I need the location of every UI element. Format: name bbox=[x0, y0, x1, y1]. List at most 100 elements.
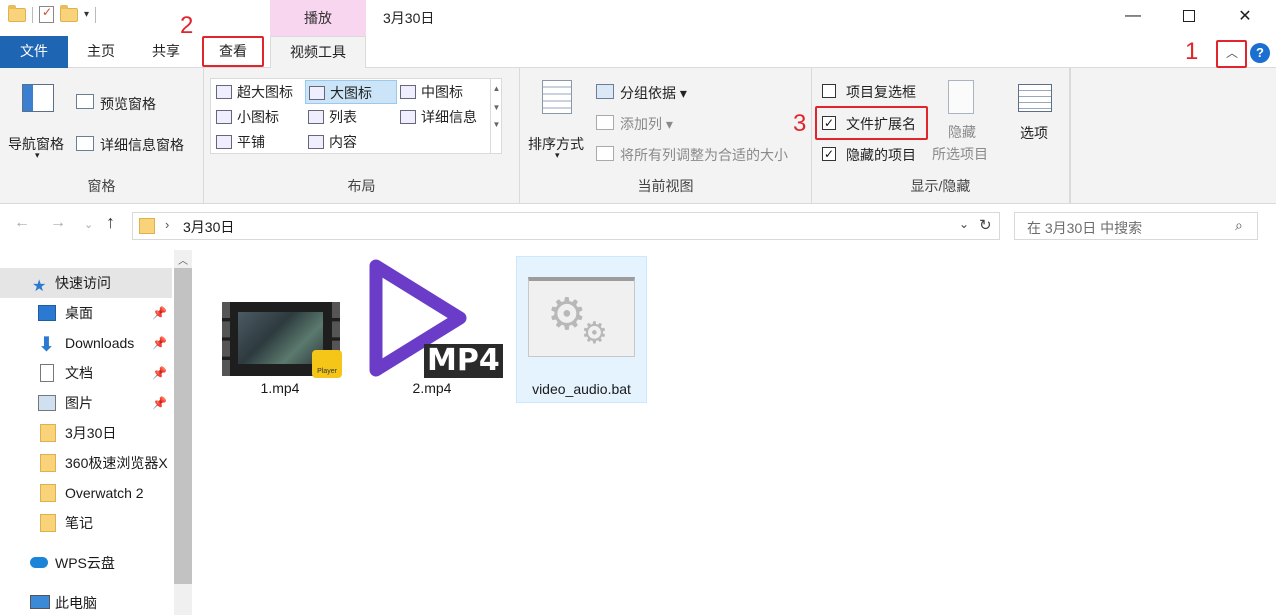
address-bar[interactable]: › 3月30日 ⌄ ↻ bbox=[132, 212, 1000, 240]
layout-large-icons[interactable]: 大图标 bbox=[305, 80, 397, 104]
sort-by-icon bbox=[542, 80, 572, 114]
search-box[interactable]: 在 3月30日 中搜索 ⌕ bbox=[1014, 212, 1258, 240]
tab-share[interactable]: 共享 bbox=[136, 36, 196, 68]
nav-item-desktop[interactable]: 桌面 📌 bbox=[0, 298, 172, 328]
mp4-badge: MP4 bbox=[424, 344, 503, 378]
pin-icon[interactable]: 📌 bbox=[152, 298, 167, 328]
sort-by-button[interactable]: 排序方式 ▾ bbox=[526, 78, 590, 168]
forward-icon[interactable]: → bbox=[50, 214, 66, 232]
back-icon[interactable]: ← bbox=[14, 214, 30, 232]
group-label-current-view: 当前视图 bbox=[637, 178, 694, 194]
nav-item-quick-access[interactable]: ★ 快速访问 bbox=[0, 268, 172, 298]
layout-details[interactable]: 详细信息 bbox=[397, 105, 477, 129]
help-icon[interactable]: ? bbox=[1250, 43, 1270, 63]
file-name-extensions-checkbox[interactable]: ✓ bbox=[822, 116, 836, 130]
download-icon: ⬇ bbox=[38, 334, 55, 356]
layout-content[interactable]: 内容 bbox=[305, 130, 357, 154]
navigation-pane-button[interactable]: 导航窗格 ▾ bbox=[6, 78, 70, 168]
scroll-up-icon[interactable]: ▲ bbox=[491, 84, 502, 93]
pin-icon[interactable]: 📌 bbox=[152, 388, 167, 418]
search-placeholder: 在 3月30日 中搜索 bbox=[1027, 220, 1143, 236]
address-dropdown-icon[interactable]: ⌄ bbox=[959, 217, 969, 231]
window-title: 3月30日 bbox=[383, 10, 435, 26]
refresh-icon[interactable]: ↻ bbox=[979, 216, 992, 234]
contextual-tab-header: 播放 bbox=[270, 0, 366, 36]
hide-selected-label-1: 隐藏 bbox=[948, 124, 976, 140]
layout-tiles[interactable]: 平铺 bbox=[213, 130, 265, 154]
breadcrumb-path[interactable]: 3月30日 bbox=[183, 217, 234, 237]
size-columns-icon bbox=[596, 146, 614, 161]
properties-icon[interactable] bbox=[39, 5, 54, 23]
nav-item-folder-360[interactable]: 360极速浏览器X bbox=[0, 448, 172, 478]
tab-video-tools[interactable]: 视频工具 bbox=[270, 36, 366, 69]
nav-item-documents[interactable]: 文档 📌 bbox=[0, 358, 172, 388]
ribbon-collapse-button[interactable]: ︿ bbox=[1220, 42, 1244, 64]
large-icons-icon bbox=[309, 86, 325, 100]
annotation-number-2: 2 bbox=[180, 12, 194, 39]
hidden-items-label: 隐藏的项目 bbox=[846, 147, 916, 163]
file-item-video-audio-bat[interactable]: ⚙ ⚙ video_audio.bat bbox=[516, 256, 647, 403]
file-item-1-mp4[interactable]: Player 1.mp4 bbox=[210, 258, 350, 403]
scroll-up-icon[interactable]: ︿ bbox=[178, 252, 188, 267]
item-check-boxes-checkbox[interactable] bbox=[822, 84, 836, 98]
separator bbox=[1070, 68, 1071, 204]
minimize-button[interactable]: — bbox=[1104, 0, 1162, 32]
layout-medium-icons[interactable]: 中图标 bbox=[397, 80, 463, 104]
hidden-items-checkbox[interactable]: ✓ bbox=[822, 147, 836, 161]
nav-item-wps-cloud[interactable]: WPS云盘 bbox=[0, 548, 172, 578]
medium-icons-icon bbox=[400, 85, 416, 99]
tab-home[interactable]: 主页 bbox=[72, 36, 130, 68]
separator bbox=[95, 6, 97, 23]
details-icon bbox=[400, 110, 416, 124]
options-button[interactable]: 选项 bbox=[1008, 78, 1062, 168]
search-icon[interactable]: ⌕ bbox=[1235, 217, 1243, 234]
file-name-extensions-label: 文件扩展名 bbox=[846, 116, 916, 132]
quick-access-toolbar: ▾ bbox=[8, 4, 97, 23]
group-by-button[interactable]: 分组依据 ▾ bbox=[620, 83, 687, 103]
details-pane-button[interactable]: 详细信息窗格 bbox=[100, 135, 184, 155]
add-columns-button[interactable]: 添加列 ▾ bbox=[620, 114, 673, 134]
recent-locations-icon[interactable]: ⌄ bbox=[84, 218, 93, 231]
tab-view[interactable]: 查看 bbox=[202, 36, 264, 68]
layout-extra-large-icons[interactable]: 超大图标 bbox=[213, 80, 293, 104]
scroll-down-icon[interactable]: ▼ bbox=[491, 103, 502, 112]
nav-pane-scroll-thumb[interactable] bbox=[174, 268, 192, 584]
layout-gallery-scroller[interactable]: ▲ ▼ ▼ bbox=[490, 78, 502, 154]
close-button[interactable]: ✕ bbox=[1216, 0, 1274, 32]
layout-small-icons[interactable]: 小图标 bbox=[213, 105, 279, 129]
size-all-columns-button[interactable]: 将所有列调整为合适的大小 bbox=[620, 145, 788, 165]
preview-pane-button[interactable]: 预览窗格 bbox=[100, 94, 156, 114]
folder-icon bbox=[139, 218, 155, 234]
new-folder-icon[interactable] bbox=[60, 4, 78, 22]
layout-gallery: 超大图标 大图标 中图标 小图标 列表 详细信息 平铺 内容 bbox=[210, 78, 502, 154]
hide-selected-items-button[interactable]: 隐藏 所选项目 bbox=[930, 78, 996, 170]
dropdown-arrow-icon: ▾ bbox=[35, 150, 40, 160]
nav-item-folder-notes[interactable]: 笔记 bbox=[0, 508, 172, 538]
annotation-number-1: 1 bbox=[1185, 38, 1199, 65]
customize-qat-icon[interactable]: ▾ bbox=[84, 9, 89, 20]
group-label-layout: 布局 bbox=[347, 178, 376, 194]
tab-file[interactable]: 文件 bbox=[0, 36, 68, 68]
pin-icon[interactable]: 📌 bbox=[152, 328, 167, 358]
gallery-more-icon[interactable]: ▼ bbox=[491, 120, 502, 129]
breadcrumb-separator-icon[interactable]: › bbox=[165, 217, 169, 232]
maximize-icon bbox=[1183, 10, 1195, 22]
nav-item-folder-overwatch[interactable]: Overwatch 2 bbox=[0, 478, 172, 508]
picture-icon bbox=[38, 395, 56, 411]
folder-icon bbox=[40, 484, 56, 502]
nav-item-folder-3-30[interactable]: 3月30日 bbox=[0, 418, 172, 448]
group-by-icon bbox=[596, 84, 614, 99]
cloud-icon bbox=[30, 557, 48, 568]
nav-item-this-pc[interactable]: 此电脑 bbox=[0, 588, 172, 615]
nav-item-pictures[interactable]: 图片 📌 bbox=[0, 388, 172, 418]
file-item-2-mp4[interactable]: MP4 2.mp4 bbox=[362, 258, 503, 403]
nav-item-downloads[interactable]: ⬇ Downloads 📌 bbox=[0, 328, 172, 358]
details-pane-icon bbox=[76, 136, 94, 151]
dropdown-arrow-icon: ▾ bbox=[555, 150, 560, 160]
hide-selected-icon bbox=[948, 80, 974, 114]
group-label-show-hide: 显示/隐藏 bbox=[910, 178, 971, 194]
pin-icon[interactable]: 📌 bbox=[152, 358, 167, 388]
maximize-button[interactable] bbox=[1160, 0, 1218, 32]
layout-list[interactable]: 列表 bbox=[305, 105, 357, 129]
up-icon[interactable]: ↑ bbox=[106, 212, 115, 233]
